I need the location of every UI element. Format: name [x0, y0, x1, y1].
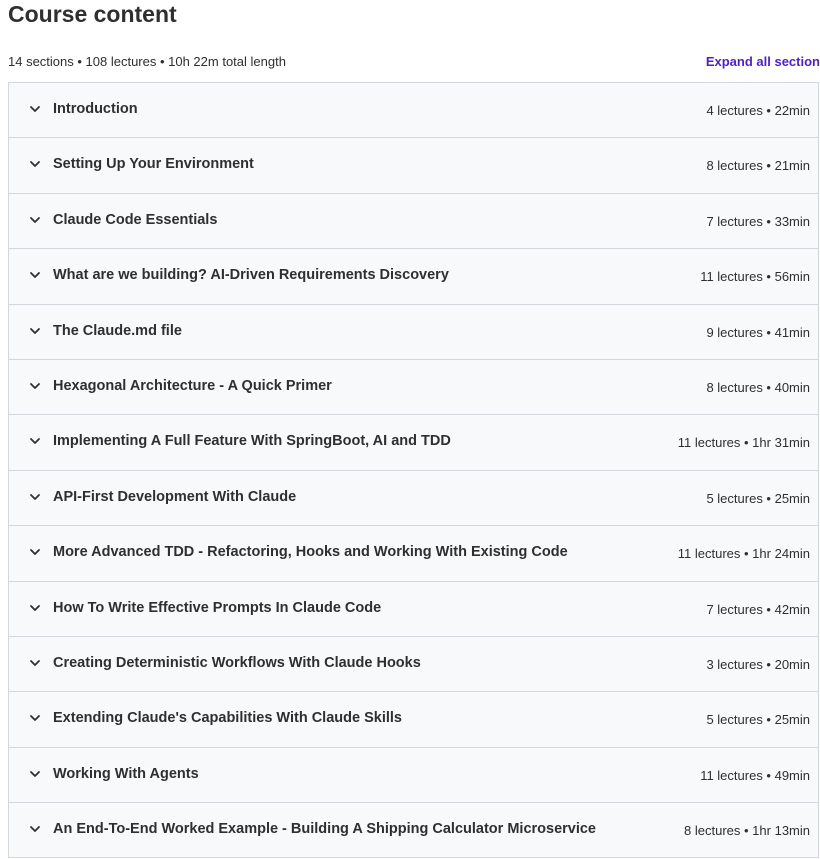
- chevron-down-icon: [28, 545, 42, 559]
- section-header[interactable]: Introduction 4 lectures • 22min: [9, 83, 818, 139]
- section-title: How To Write Effective Prompts In Claude…: [53, 599, 382, 616]
- section-meta: 5 lectures • 25min: [706, 490, 810, 506]
- section-title: Introduction: [53, 101, 138, 117]
- chevron-down-icon: [28, 268, 42, 282]
- section-header[interactable]: More Advanced TDD - Refactoring, Hooks a…: [9, 526, 818, 582]
- section-header[interactable]: The Claude.md file 9 lectures • 41min: [9, 304, 818, 360]
- expand-all-sections-button[interactable]: Expand all section: [706, 54, 820, 69]
- chevron-down-icon: [28, 324, 42, 338]
- section-meta: 7 lectures • 42min: [706, 601, 810, 617]
- section-header[interactable]: Working With Agents 11 lectures • 49min: [9, 747, 818, 804]
- section-header[interactable]: Setting Up Your Environment 8 lectures • …: [9, 138, 818, 194]
- chevron-down-icon: [28, 656, 42, 670]
- chevron-down-icon: [28, 213, 42, 227]
- section-meta: 9 lectures • 41min: [706, 324, 810, 340]
- course-summary-row: 14 sections • 108 lectures • 10h 22m tot…: [8, 52, 820, 72]
- section-title: The Claude.md file: [53, 322, 182, 339]
- section-meta: 7 lectures • 33min: [706, 213, 810, 229]
- section-meta: 3 lectures • 20min: [706, 656, 810, 672]
- section-meta: 11 lectures • 1hr 24min: [677, 546, 810, 562]
- section-header[interactable]: Creating Deterministic Workflows With Cl…: [9, 636, 818, 693]
- section-title: Implementing A Full Feature With SpringB…: [53, 433, 451, 450]
- section-meta: 11 lectures • 1hr 31min: [677, 435, 810, 451]
- section-header[interactable]: Claude Code Essentials 7 lectures • 33min: [9, 193, 818, 250]
- section-title: Claude Code Essentials: [53, 211, 218, 228]
- page-title: Course content: [8, 1, 177, 27]
- section-header[interactable]: An End-To-End Worked Example - Building …: [9, 803, 818, 859]
- section-list: Introduction 4 lectures • 22min Setting Up…: [8, 82, 819, 859]
- chevron-down-icon: [28, 490, 42, 504]
- section-title: More Advanced TDD - Refactoring, Hooks a…: [53, 544, 568, 561]
- section-meta: 5 lectures • 25min: [706, 712, 810, 728]
- chevron-down-icon: [28, 767, 42, 781]
- section-meta: 8 lectures • 1hr 13min: [684, 823, 810, 839]
- chevron-down-icon: [28, 434, 42, 448]
- section-title: Hexagonal Architecture - A Quick Primer: [53, 377, 332, 394]
- section-meta: 11 lectures • 56min: [700, 269, 810, 285]
- course-summary: 14 sections • 108 lectures • 10h 22m tot…: [8, 54, 286, 69]
- section-title: Creating Deterministic Workflows With Cl…: [53, 654, 421, 671]
- section-meta: 4 lectures • 22min: [706, 103, 810, 118]
- chevron-down-icon: [28, 822, 42, 836]
- section-title: Setting Up Your Environment: [53, 156, 254, 173]
- section-title: Extending Claude's Capabilities With Cla…: [53, 710, 402, 727]
- chevron-down-icon: [28, 711, 42, 725]
- section-title: Working With Agents: [53, 765, 199, 782]
- section-header[interactable]: Implementing A Full Feature With SpringB…: [9, 415, 818, 471]
- section-meta: 8 lectures • 21min: [706, 158, 810, 174]
- chevron-down-icon: [28, 102, 42, 116]
- section-header[interactable]: Extending Claude's Capabilities With Cla…: [9, 692, 818, 748]
- section-title: What are we building? AI-Driven Requirem…: [53, 267, 449, 284]
- section-meta: 11 lectures • 49min: [700, 767, 810, 783]
- section-header[interactable]: Hexagonal Architecture - A Quick Primer 8…: [9, 359, 818, 416]
- section-header[interactable]: How To Write Effective Prompts In Claude…: [9, 581, 818, 637]
- section-title: API-First Development With Claude: [53, 488, 297, 505]
- chevron-down-icon: [28, 157, 42, 171]
- chevron-down-icon: [28, 601, 42, 615]
- section-header[interactable]: API-First Development With Claude 5 lectu…: [9, 470, 818, 527]
- section-meta: 8 lectures • 40min: [706, 379, 810, 395]
- section-title: An End-To-End Worked Example - Building …: [53, 821, 596, 838]
- chevron-down-icon: [28, 379, 42, 393]
- section-header[interactable]: What are we building? AI-Driven Requirem…: [9, 249, 818, 305]
